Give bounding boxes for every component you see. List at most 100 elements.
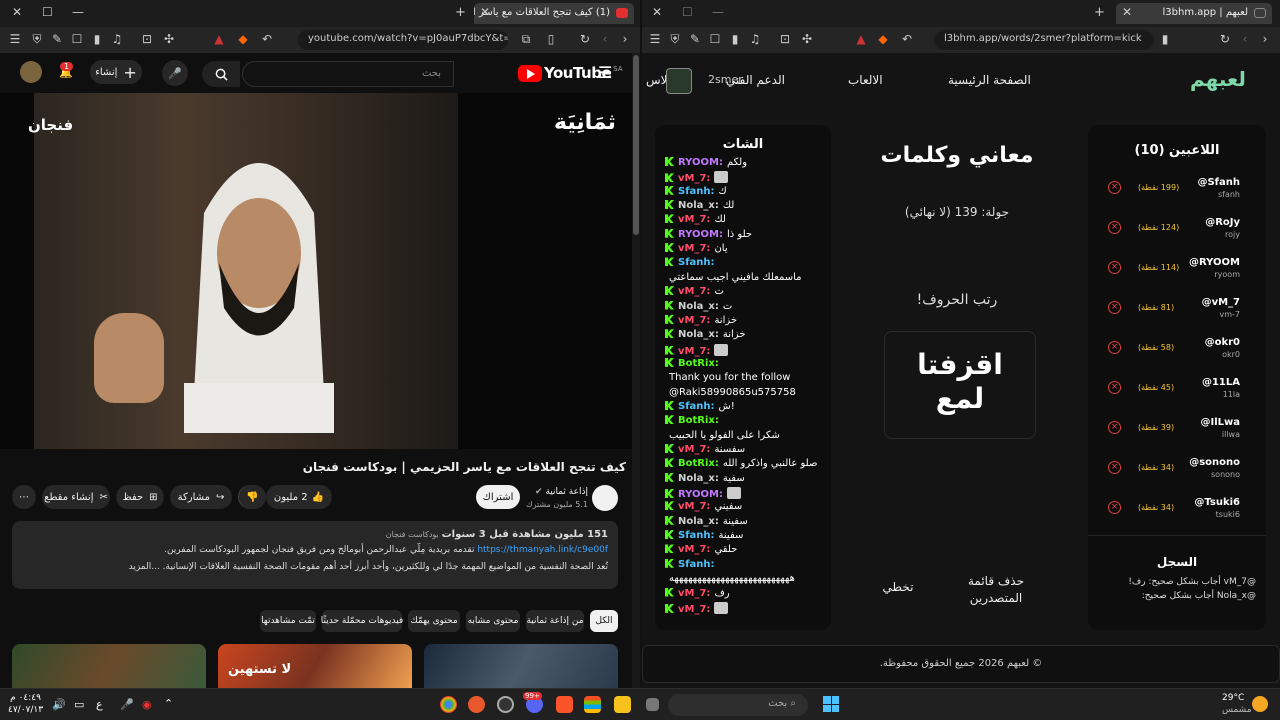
remove-player-icon[interactable]: × — [1108, 501, 1121, 514]
volume-icon[interactable]: 🔊 — [52, 698, 66, 711]
windows-start-icon[interactable] — [823, 696, 839, 712]
screenshot-icon[interactable]: ⊡ — [140, 32, 154, 46]
chip-from-channel[interactable]: من إذاعة ثمانية — [526, 610, 584, 632]
store-icon[interactable] — [584, 696, 601, 713]
nav-link-home[interactable]: الصفحة الرئيسية — [948, 73, 1031, 87]
new-tab-icon[interactable]: + — [1094, 5, 1105, 20]
share-page-icon[interactable]: ⧉ — [519, 32, 533, 46]
tray-expand-icon[interactable]: ⌃ — [164, 697, 173, 710]
tab-close-icon[interactable]: ✕ — [480, 5, 490, 19]
bookmark-icon[interactable]: ☐ — [708, 32, 722, 46]
brave-shield-icon[interactable]: ◆ — [876, 32, 890, 46]
triangle-icon[interactable]: ▲ — [212, 32, 226, 46]
delete-leaderboard-button[interactable]: حذف قائمة المتصدرين — [958, 573, 1034, 607]
chat-username[interactable]: vM_7: — [678, 214, 710, 225]
minimize-window-icon[interactable]: — — [712, 5, 724, 19]
minimize-window-icon[interactable]: — — [72, 5, 84, 19]
shield-icon[interactable]: ⛨ — [668, 32, 682, 46]
chat-username[interactable]: BotRix: — [678, 458, 719, 469]
bookmark-star-icon[interactable]: ▮ — [1158, 32, 1172, 46]
chat-username[interactable]: RYOOM: — [678, 157, 723, 168]
more-actions-button[interactable]: ⋯ — [12, 485, 36, 509]
nav-link-support[interactable]: الدعم الفني — [726, 73, 785, 87]
voice-search-icon[interactable]: 🎤 — [162, 60, 188, 86]
remove-player-icon[interactable]: × — [1108, 461, 1121, 474]
chat-username[interactable]: RYOOM: — [678, 229, 723, 240]
chip-all[interactable]: الكل — [590, 610, 618, 632]
avatar[interactable] — [20, 61, 42, 83]
chrome-icon[interactable] — [440, 696, 457, 713]
menu-icon[interactable]: ☰ — [648, 32, 662, 46]
chat-username[interactable]: Nola_x: — [678, 516, 719, 527]
address-bar[interactable]: youtube.com/watch?v=pJ0auP7dbcY&t=8... — [298, 30, 508, 50]
nav-link-games[interactable]: الالعاب — [848, 73, 883, 87]
chat-username[interactable]: vM_7: — [678, 501, 710, 512]
chat-username[interactable]: vM_7: — [678, 173, 710, 184]
extension-icon[interactable]: ✎ — [50, 32, 64, 46]
file-explorer-icon[interactable] — [614, 696, 631, 713]
maximize-window-icon[interactable]: ☐ — [682, 5, 693, 19]
remove-player-icon[interactable]: × — [1108, 341, 1121, 354]
menu-icon[interactable]: ☰ — [8, 32, 22, 46]
triangle-icon[interactable]: ▲ — [854, 32, 868, 46]
maximize-window-icon[interactable]: ☐ — [42, 5, 53, 19]
firefox-icon[interactable] — [468, 696, 485, 713]
back-icon[interactable]: ‹ — [598, 32, 612, 46]
screenshot-icon[interactable]: ⊡ — [778, 32, 792, 46]
chat-username[interactable]: vM_7: — [678, 286, 710, 297]
task-view-icon[interactable] — [646, 698, 659, 711]
remove-player-icon[interactable]: × — [1108, 301, 1121, 314]
channel-name[interactable]: إذاعة ثمانية ✔ — [535, 487, 588, 497]
tab-youtube[interactable]: ✕ (1) كيف تنجح العلاقات مع ياسر الحز — [474, 3, 634, 24]
reload-page-icon[interactable]: ↶ — [260, 32, 274, 46]
like-button[interactable]: 👍 2 مليون — [266, 485, 332, 509]
create-button[interactable]: + إنشاء — [90, 60, 142, 84]
clip-button[interactable]: ✂ إنشاء مقطع — [42, 485, 110, 509]
chat-username[interactable]: Sfanh: — [678, 401, 715, 412]
chat-username[interactable]: Sfanh: — [678, 186, 715, 197]
chat-username[interactable]: RYOOM: — [678, 489, 723, 500]
puzzle-icon[interactable]: ✣ — [162, 32, 176, 46]
music-icon[interactable]: ♫ — [110, 32, 124, 46]
user-avatar[interactable] — [666, 68, 692, 94]
chat-username[interactable]: vM_7: — [678, 243, 710, 254]
sidebar-icon[interactable]: ▮ — [90, 32, 104, 46]
chat-username[interactable]: vM_7: — [678, 588, 710, 599]
hamburger-menu-icon[interactable]: ☰ — [598, 63, 612, 82]
new-tab-icon[interactable]: + — [455, 5, 466, 20]
music-icon[interactable]: ♫ — [748, 32, 762, 46]
skip-button[interactable]: تخطي — [878, 580, 918, 594]
shield-icon[interactable]: ⛨ — [30, 32, 44, 46]
description-link[interactable]: https://thmanyah.link/c9e00f — [477, 545, 608, 555]
mic-icon[interactable]: 🎤 — [120, 698, 134, 711]
video-player[interactable]: فنجان ثمَانِيَة — [0, 93, 632, 449]
remove-player-icon[interactable]: × — [1108, 221, 1121, 234]
chat-username[interactable]: Sfanh: — [678, 530, 715, 541]
chat-username[interactable]: Nola_x: — [678, 200, 719, 211]
chat-username[interactable]: Sfanh: — [678, 559, 715, 570]
address-bar[interactable]: l3bhm.app/words/2smer?platform=kick — [934, 30, 1154, 50]
channel-avatar[interactable] — [592, 485, 618, 511]
chat-username[interactable]: BotRix: — [678, 415, 719, 426]
remove-player-icon[interactable]: × — [1108, 261, 1121, 274]
remove-player-icon[interactable]: × — [1108, 381, 1121, 394]
share-button[interactable]: ↪ مشاركة — [170, 485, 232, 509]
subscribe-button[interactable]: اشتراك — [476, 485, 520, 509]
bookmark-icon[interactable]: ☐ — [70, 32, 84, 46]
video-thumbnail[interactable] — [12, 644, 206, 688]
network-icon[interactable]: ▭ — [74, 698, 84, 711]
chat-username[interactable]: vM_7: — [678, 346, 710, 357]
chip-watched[interactable]: تمّت مشاهدتها — [260, 610, 316, 632]
video-thumbnail[interactable]: لا تستهين — [218, 644, 412, 688]
puzzle-icon[interactable]: ✣ — [800, 32, 814, 46]
back-icon[interactable]: ‹ — [1238, 32, 1252, 46]
chat-username[interactable]: vM_7: — [678, 444, 710, 455]
tab-close-icon[interactable]: ✕ — [1122, 5, 1132, 19]
chat-username[interactable]: Nola_x: — [678, 329, 719, 340]
forward-icon[interactable]: › — [618, 32, 632, 46]
extension-icon[interactable]: ✎ — [688, 32, 702, 46]
video-description[interactable]: 151 مليون مشاهدة قبل 3 سنوات بودكاست فنج… — [12, 521, 618, 589]
remove-player-icon[interactable]: × — [1108, 421, 1121, 434]
video-thumbnail[interactable] — [424, 644, 618, 688]
scrollbar[interactable] — [632, 53, 640, 688]
